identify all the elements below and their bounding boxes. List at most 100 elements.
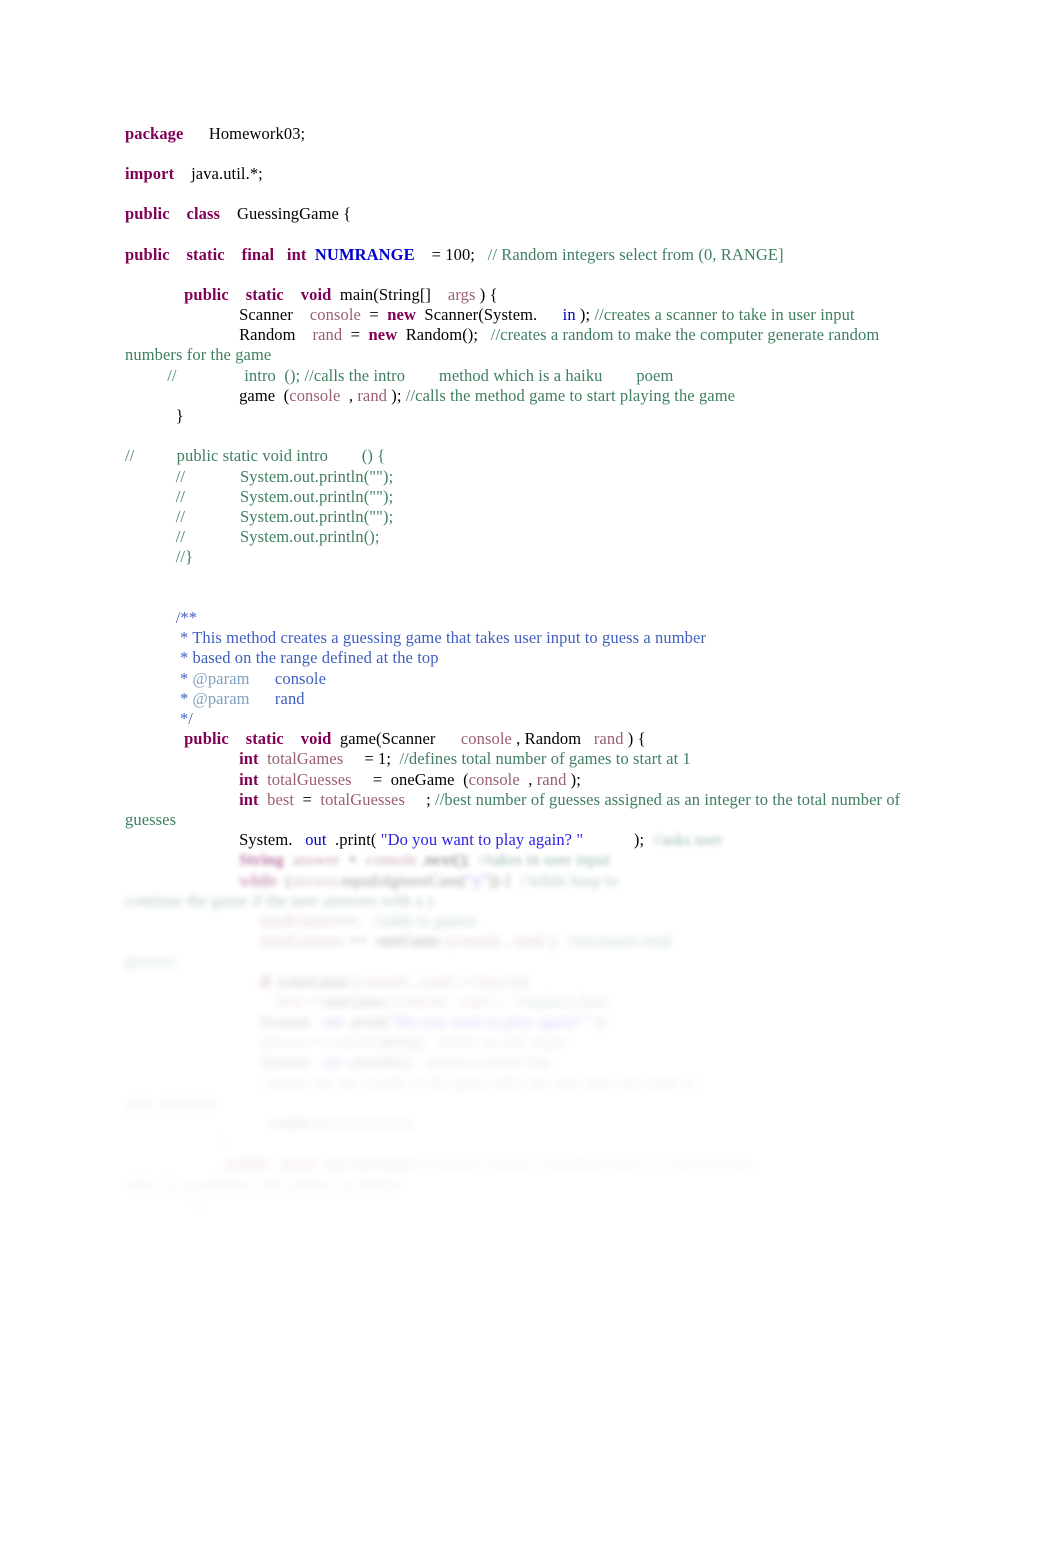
java-code-listing: package Homework03; import java.util.*; … [125, 124, 915, 1214]
type-random: Random [239, 325, 296, 345]
blurred-code-line: guesses [125, 951, 915, 971]
main-signature: main(String[] [339, 284, 432, 304]
code-line-intro-call-commented: // intro (); //calls the intro method wh… [125, 366, 915, 386]
ctor-scanner: Scanner(System. [424, 305, 538, 325]
javadoc-close: */ [179, 709, 193, 729]
code-line-commented-println-2: // System.out.println(""); [125, 487, 915, 507]
inline-comment: //takes in user input [433, 1032, 566, 1052]
blurred-code-line: while (answer.equalsIgnoreCase("y")) { /… [125, 871, 915, 891]
inline-comment: // Random integers select from (0, RANGE… [487, 244, 784, 264]
call-onegame: oneGame [390, 769, 455, 789]
operator-assign: = [302, 789, 312, 809]
call-args: (console , rand ); [390, 991, 504, 1011]
keyword-int: int [239, 769, 259, 789]
operator-assign: = [369, 305, 379, 325]
code-line-commented-println-1: // System.out.println(""); [125, 467, 915, 487]
comment-continuation: continue the game if the user answers wi… [125, 890, 436, 910]
comment-body: // System.out.println(""); [175, 486, 394, 506]
keyword-int: int [326, 1153, 346, 1173]
comment-body: intro (); //calls the intro method which… [244, 365, 674, 385]
method-next: .next [376, 1032, 410, 1052]
javadoc-tag-param: @param [192, 688, 250, 708]
var-answer: answer [292, 850, 340, 870]
code-line-javadoc-desc-2: * based on the range defined at the top [125, 648, 915, 668]
paren-close: ); [633, 830, 645, 850]
var-best: best [267, 789, 295, 809]
var-totalgames: totalGames [267, 749, 344, 769]
call-args: (console , rand ); [444, 931, 559, 951]
code-line-package: package Homework03; [125, 124, 915, 144]
var-best: best [479, 971, 507, 991]
keyword-class: class [186, 204, 221, 224]
field-system-out: out [322, 1012, 344, 1032]
blurred-code-line: answer = console.next(); //takes in user… [125, 1032, 915, 1052]
ctor-random: Random(); [405, 325, 479, 345]
var-totalgames: totalGames [322, 1113, 399, 1133]
param-args: args [447, 284, 476, 304]
code-line-main-signature: public static void main(String[] args ) … [125, 285, 915, 305]
paren-close: ) { [627, 729, 646, 749]
code-line-constant-field: public static final int NUMRANGE = 100; … [125, 245, 915, 265]
code-line-random-decl: Random rand = new Random(); //creates a … [125, 325, 915, 365]
keyword-public: public [184, 729, 229, 749]
keyword-public: public [125, 204, 170, 224]
blurred-code-line: continue the game if the user answers wi… [125, 891, 915, 911]
var-totalgames: totalGames [260, 911, 337, 931]
operator-assign: = [308, 991, 318, 1011]
blurred-code-region: String answer = console .next(); //takes… [125, 850, 915, 1214]
inline-comment: //takes in user input [478, 850, 611, 870]
comment-body: // public static void intro () { [125, 446, 386, 466]
keyword-void: void [300, 284, 332, 304]
blurred-code-line: takes in parameters and returns an integ… [125, 1174, 915, 1194]
arg-console: console [289, 385, 341, 405]
assignment: = 1; [364, 749, 392, 769]
code-line-game-signature: public static void game(Scanner console … [125, 729, 915, 749]
blurred-code-line: play anymore [125, 1093, 915, 1113]
param-rand: rand [593, 729, 624, 749]
method-println: .println [347, 1052, 397, 1072]
arg-console: console [468, 769, 520, 789]
javadoc-param-name: rand [274, 688, 305, 708]
comment-body: //prints out the results of the game aft… [260, 1072, 696, 1092]
operator-assign: = [347, 850, 358, 870]
code-line-totalguesses: int totalGuesses = oneGame (console , ra… [125, 770, 915, 790]
game-signature: game(Scanner [339, 729, 436, 749]
keyword-static: static [279, 1153, 318, 1173]
keyword-if: if [260, 971, 271, 991]
call-close: (); [409, 1032, 426, 1052]
javadoc-text: * This method creates a guessing game th… [179, 628, 707, 648]
code-line-import: import java.util.*; [125, 164, 915, 184]
var-totalguesses: totalGuesses [260, 931, 345, 951]
object-system: System. [260, 1012, 314, 1032]
call-onegame: oneGame [376, 931, 441, 951]
constant-value: = 100; [431, 244, 475, 264]
method-params: (Scanner console , Random rand ) { [418, 1153, 659, 1173]
paren-close: ) { [510, 971, 529, 991]
paren-close: ); [402, 1113, 413, 1133]
code-line-javadoc-close: */ [125, 709, 915, 729]
inline-comment: //calls the method game to start playing… [405, 385, 736, 405]
blurred-code-line: System. out .println(); //prints a blank… [125, 1052, 915, 1072]
keyword-string: String [239, 850, 284, 870]
call-onegame: oneGame [284, 971, 349, 991]
inline-comment: //method that [662, 1153, 752, 1173]
keyword-static: static [245, 284, 284, 304]
string-play-again: "Do you want to play again? " [380, 830, 584, 850]
field-system-in: in [562, 305, 576, 325]
call-results: results [268, 1113, 313, 1133]
blurred-code-line: System. out .print("Do you want to play … [125, 1012, 915, 1032]
method-next: .next [421, 850, 455, 870]
keyword-static: static [245, 729, 284, 749]
method-onegame: oneGame [349, 1153, 414, 1173]
paren-close: ); [391, 385, 402, 405]
keyword-public: public [184, 284, 229, 304]
call-close: (); [454, 850, 471, 870]
var-console: console [325, 1032, 377, 1052]
operator-assign: = [350, 325, 361, 345]
operator-plus-assign: += [349, 931, 368, 951]
code-line-javadoc-desc-1: * This method creates a guessing game th… [125, 628, 915, 648]
comment-body: // System.out.println(); [175, 527, 380, 547]
var-console: console [365, 850, 417, 870]
field-system-out: out [322, 1052, 344, 1072]
inline-comment: //prints a blank line [420, 1052, 551, 1072]
